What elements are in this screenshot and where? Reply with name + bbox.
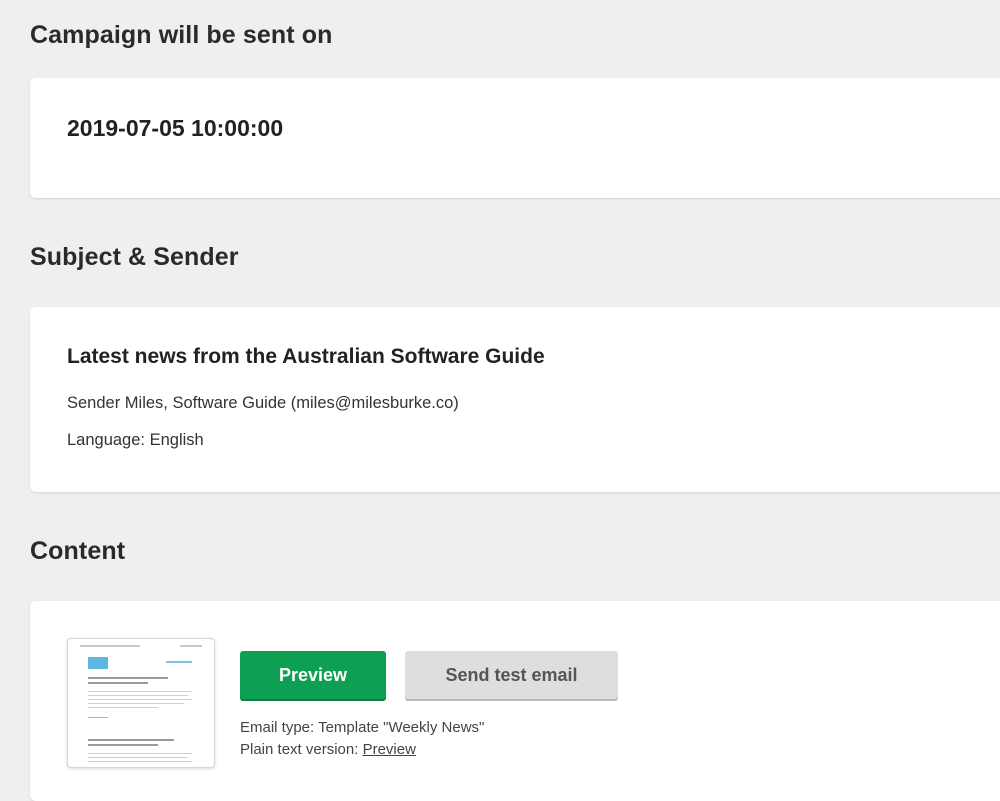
thumbnail-read-more — [88, 717, 108, 718]
thumbnail-text-line — [88, 757, 188, 758]
thumbnail-text-line — [88, 695, 188, 696]
thumbnail-link — [166, 661, 192, 663]
schedule-card: 2019-07-05 10:00:00 — [30, 78, 1000, 198]
thumbnail-text-line — [88, 703, 184, 704]
thumbnail-heading — [88, 744, 158, 746]
subject-sender-card: Latest news from the Australian Software… — [30, 307, 1000, 492]
thumbnail-text-line — [88, 707, 158, 708]
email-subject: Latest news from the Australian Software… — [67, 345, 545, 368]
plain-text-version-row: Plain text version: Preview — [240, 741, 416, 758]
plain-text-preview-link[interactable]: Preview — [363, 741, 416, 758]
email-thumbnail[interactable] — [67, 638, 215, 768]
thumbnail-heading — [88, 739, 174, 741]
thumbnail-logo — [88, 657, 108, 669]
thumbnail-text-line — [88, 691, 192, 692]
plain-text-label: Plain text version: — [240, 741, 359, 758]
thumbnail-topbar — [80, 645, 140, 647]
content-card: Preview Send test email Email type: Temp… — [30, 601, 1000, 801]
thumbnail-text-line — [88, 753, 192, 754]
send-datetime: 2019-07-05 10:00:00 — [67, 115, 284, 141]
subject-sender-section-title: Subject & Sender — [30, 243, 239, 271]
thumbnail-heading — [88, 682, 148, 684]
sender-info: Sender Miles, Software Guide (miles@mile… — [67, 394, 459, 412]
send-test-email-button[interactable]: Send test email — [405, 651, 618, 699]
thumbnail-text-line — [88, 699, 192, 700]
thumbnail-topbar-right — [180, 645, 202, 647]
email-type-info: Email type: Template "Weekly News" — [240, 719, 485, 736]
language-info: Language: English — [67, 431, 204, 449]
thumbnail-heading — [88, 677, 168, 679]
schedule-section-title: Campaign will be sent on — [30, 21, 333, 49]
preview-button[interactable]: Preview — [240, 651, 386, 699]
thumbnail-text-line — [88, 761, 192, 762]
content-section-title: Content — [30, 537, 126, 565]
